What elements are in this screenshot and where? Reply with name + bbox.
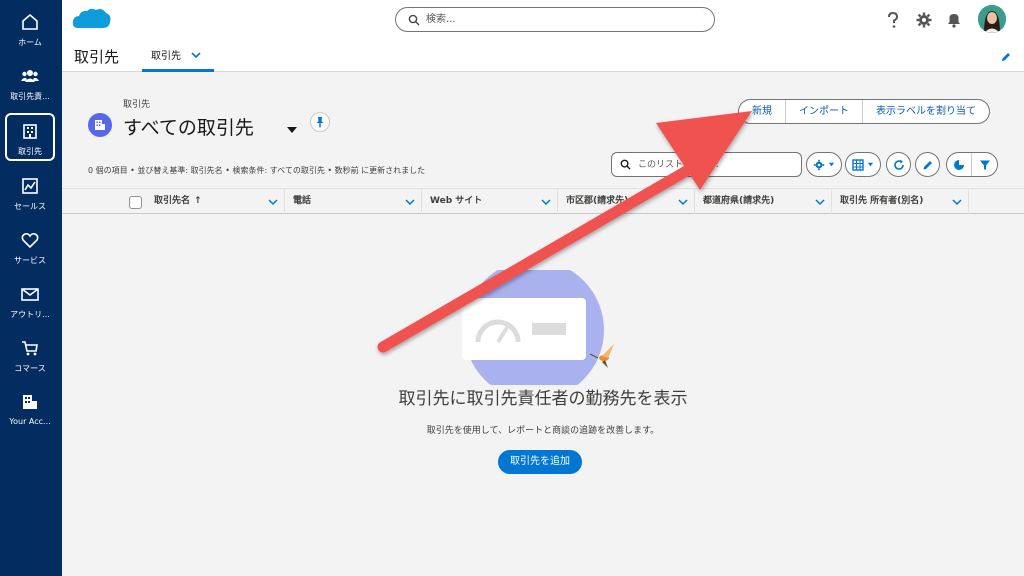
- global-search-input[interactable]: [426, 11, 696, 28]
- chart-filter-button-group: [946, 152, 998, 177]
- rail-item-service[interactable]: サービス: [4, 224, 56, 272]
- display-as-table-button[interactable]: [845, 152, 881, 177]
- empty-state-subtitle: 取引先を使用して、レポートと商談の追跡を改善します。: [426, 426, 660, 436]
- empty-state-illustration: [462, 270, 614, 385]
- search-icon: [408, 14, 420, 26]
- pin-icon: [316, 117, 324, 128]
- rail-item-label: コマース: [14, 364, 46, 373]
- chevron-down-icon: [867, 162, 874, 167]
- chevron-down-icon[interactable]: [268, 197, 278, 207]
- list-view-title[interactable]: すべての取引先: [123, 113, 254, 140]
- rail-item-sales[interactable]: セールス: [4, 170, 56, 218]
- rail-item-home[interactable]: ホーム: [4, 6, 56, 54]
- sales-chart-icon: [22, 178, 38, 194]
- assign-label-button[interactable]: 表示ラベルを割り当て: [862, 100, 989, 123]
- table-grid-icon: [852, 158, 864, 171]
- edit-nav-pencil-icon[interactable]: [1000, 51, 1012, 63]
- gear-icon[interactable]: [915, 11, 933, 29]
- rail-item-label: アウトリ...: [10, 310, 50, 319]
- header-action-buttons: 新規 インポート 表示ラベルを割り当て: [738, 99, 990, 124]
- rail-item-label: セールス: [14, 202, 46, 211]
- column-label: 電話: [293, 196, 312, 206]
- pie-chart-icon: [954, 159, 964, 170]
- column-header-account-owner[interactable]: 取引先 所有者(別名): [831, 189, 969, 214]
- global-header: [62, 0, 1024, 40]
- filter-funnel-icon: [979, 160, 990, 170]
- table-header: 取引先名 ↑ 電話 Web サイト 市区郡(請求先) 都道府県(請求先) 取引先 …: [62, 188, 1024, 214]
- rail-item-label: ホーム: [18, 38, 42, 47]
- list-settings-button[interactable]: [806, 152, 842, 177]
- help-icon[interactable]: [884, 11, 902, 29]
- column-label: Web サイト: [430, 196, 483, 206]
- add-account-button[interactable]: 取引先を追加: [498, 450, 582, 474]
- rail-item-label: 取引先責...: [10, 92, 50, 101]
- mail-icon: [21, 288, 39, 301]
- avatar-photo-icon: [978, 5, 1006, 33]
- chevron-down-icon: [828, 162, 835, 167]
- rail-item-label: Your Acc...: [9, 417, 51, 426]
- column-header-phone[interactable]: 電話: [284, 189, 421, 214]
- column-label: 取引先名: [154, 196, 191, 206]
- chevron-down-icon[interactable]: [191, 50, 201, 60]
- pin-list-view-button[interactable]: [310, 112, 330, 132]
- list-search-input[interactable]: [638, 157, 798, 172]
- sort-ascending-icon: ↑: [194, 196, 202, 206]
- list-search[interactable]: [611, 152, 802, 177]
- user-avatar[interactable]: [978, 5, 1006, 33]
- refresh-icon: [893, 159, 904, 170]
- cart-icon: [22, 341, 38, 356]
- rail-item-your-account[interactable]: Your Acc...: [4, 386, 56, 434]
- list-meta-info: 0 個の項目 • 並び替え基準: 取引先名 • 検索条件: すべての取引先 • …: [88, 166, 426, 175]
- gear-icon: [813, 159, 825, 170]
- app-nav-bar: 取引先 取引先: [62, 40, 1024, 72]
- column-label: 取引先 所有者(別名): [840, 196, 924, 206]
- building-icon: [95, 120, 105, 130]
- accounts-object-icon: [88, 113, 112, 137]
- app-name: 取引先: [74, 48, 120, 66]
- salesforce-cloud-logo[interactable]: [72, 6, 112, 34]
- chevron-down-icon[interactable]: [405, 197, 415, 207]
- column-header-account-name[interactable]: 取引先名 ↑: [146, 189, 284, 214]
- select-all-checkbox[interactable]: [129, 196, 142, 209]
- rail-item-commerce[interactable]: コマース: [4, 332, 56, 380]
- global-search[interactable]: [395, 7, 715, 32]
- home-icon: [22, 13, 38, 30]
- column-label: 市区郡(請求先): [566, 196, 629, 206]
- chevron-down-icon[interactable]: [952, 197, 962, 207]
- rail-item-accounts[interactable]: 取引先: [5, 113, 55, 161]
- list-view-caret-icon[interactable]: [287, 126, 297, 134]
- contacts-icon: [21, 70, 39, 82]
- chevron-down-icon[interactable]: [541, 197, 551, 207]
- building-icon: [23, 395, 37, 409]
- refresh-button[interactable]: [886, 152, 911, 177]
- object-label: 取引先: [123, 100, 151, 110]
- column-header-billing-state[interactable]: 都道府県(請求先): [694, 189, 831, 214]
- notification-bell-icon[interactable]: [945, 11, 963, 29]
- chevron-down-icon[interactable]: [678, 197, 688, 207]
- column-header-website[interactable]: Web サイト: [421, 189, 557, 214]
- rail-item-contacts[interactable]: 取引先責...: [4, 60, 56, 108]
- new-button[interactable]: 新規: [739, 100, 785, 123]
- heart-icon: [21, 232, 39, 249]
- tab-label: 取引先: [151, 51, 181, 62]
- import-button[interactable]: インポート: [785, 100, 862, 123]
- chevron-down-icon[interactable]: [815, 197, 825, 207]
- chart-button[interactable]: [947, 153, 973, 176]
- rail-item-label: 取引先: [18, 147, 42, 156]
- rail-item-outreach[interactable]: アウトリ...: [4, 278, 56, 326]
- search-icon: [620, 159, 631, 170]
- accounts-icon: [23, 124, 37, 139]
- left-nav-rail: ホーム 取引先責... 取引先 セールス サービス アウトリ... コマース Y…: [0, 0, 62, 576]
- rail-item-label: サービス: [14, 256, 46, 265]
- column-header-billing-city[interactable]: 市区郡(請求先): [557, 189, 694, 214]
- empty-state-title: 取引先に取引先責任者の勤務先を表示: [398, 389, 688, 409]
- inline-edit-button[interactable]: [915, 152, 940, 177]
- filter-button[interactable]: [972, 153, 997, 176]
- pencil-icon: [923, 160, 932, 169]
- tab-accounts[interactable]: 取引先: [142, 40, 214, 72]
- column-label: 都道府県(請求先): [703, 196, 775, 206]
